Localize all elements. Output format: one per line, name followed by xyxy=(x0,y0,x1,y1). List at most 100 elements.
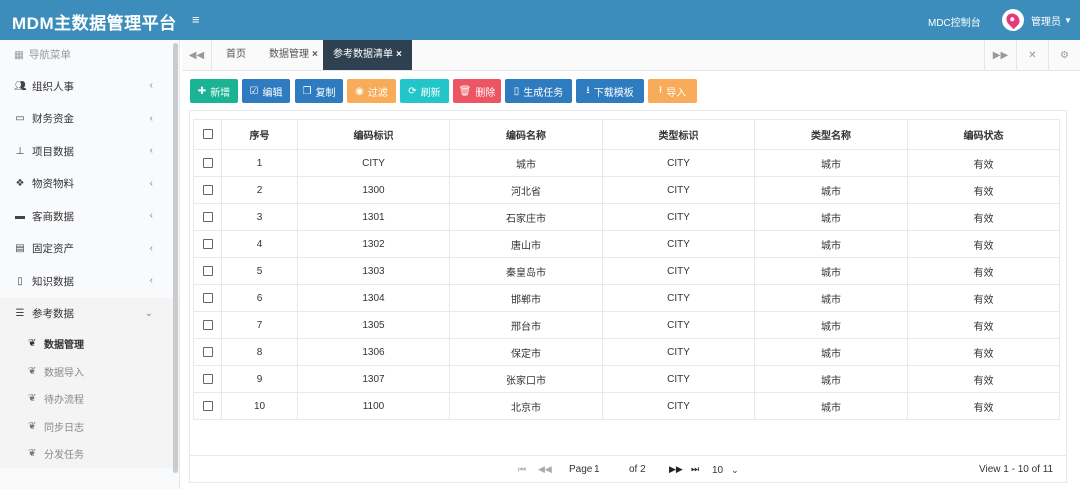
submenu-item-pending-workflow[interactable]: ❦ 待办流程 xyxy=(0,385,179,413)
close-icon[interactable]: × xyxy=(396,49,402,60)
row-checkbox[interactable] xyxy=(202,319,213,330)
table-cell: 城市 xyxy=(754,203,908,231)
table-row[interactable]: 10 1100 北京市 CITY 城市 有效 xyxy=(193,392,1060,420)
submenu-item-sync-log[interactable]: ❦ 同步日志 xyxy=(0,413,179,441)
row-select-cell[interactable] xyxy=(193,338,222,366)
sidebar-item-vendors[interactable]: ▬ 客商数据 ‹ xyxy=(0,200,179,233)
sidebar-item-materials[interactable]: ❖ 物资物料 ‹ xyxy=(0,168,179,201)
tab-reference-list[interactable]: 参考数据清单 × xyxy=(323,40,412,70)
reference-data-table: 序号 编码标识 编码名称 类型标识 类型名称 编码状态 1 CITY 城市 CI… xyxy=(193,119,1060,420)
sidebar-item-project[interactable]: ⊥ 项目数据 ‹ xyxy=(0,135,179,168)
table-cell: 1301 xyxy=(297,203,450,231)
select-all-cell[interactable] xyxy=(193,119,222,150)
first-page-icon[interactable]: ⏮ xyxy=(518,464,526,475)
leaf-icon: ❦ xyxy=(28,365,37,377)
chevron-left-icon: ‹ xyxy=(149,177,153,189)
row-checkbox[interactable] xyxy=(202,157,213,168)
table-row[interactable]: 3 1301 石家庄市 CITY 城市 有效 xyxy=(193,203,1060,231)
table-cell: 6 xyxy=(221,284,298,312)
table-cell: 1100 xyxy=(297,392,450,420)
refresh-button[interactable]: ⟳ 刷新 xyxy=(400,79,449,103)
row-select-cell[interactable] xyxy=(193,149,222,177)
generate-task-button[interactable]: ▯ 生成任务 xyxy=(505,79,572,103)
table-cell: CITY xyxy=(602,230,755,258)
table-cell: 2 xyxy=(221,176,298,204)
row-checkbox[interactable] xyxy=(202,292,213,303)
row-checkbox[interactable] xyxy=(202,346,213,357)
last-page-icon[interactable]: ⏭ xyxy=(691,464,699,475)
download-icon: ⭳ xyxy=(586,84,590,96)
close-icon[interactable]: × xyxy=(312,49,318,60)
copy-button[interactable]: ❐ 复制 xyxy=(295,79,343,103)
tab-data-management[interactable]: 数据管理 × xyxy=(259,40,328,70)
table-row[interactable]: 8 1306 保定市 CITY 城市 有效 xyxy=(193,338,1060,366)
download-template-button[interactable]: ⭳ 下载模板 xyxy=(576,79,644,103)
sidebar-item-finance[interactable]: ▭ 财务资金 ‹ xyxy=(0,103,179,136)
table-row[interactable]: 4 1302 唐山市 CITY 城市 有效 xyxy=(193,230,1060,258)
table-row[interactable]: 5 1303 秦皇岛市 CITY 城市 有效 xyxy=(193,257,1060,285)
prev-page-icon[interactable]: ◀◀ xyxy=(538,464,552,475)
submenu-item-data-management[interactable]: ❦ 数据管理 xyxy=(0,330,179,358)
menu-toggle-button[interactable]: ≡ xyxy=(192,12,200,27)
import-button[interactable]: ⭱ 导入 xyxy=(648,79,697,103)
row-checkbox[interactable] xyxy=(202,373,213,384)
row-checkbox[interactable] xyxy=(202,265,213,276)
edit-icon: ☑ xyxy=(249,85,259,97)
sidebar-item-org[interactable]: 👥︎ 组织人事 ‹ xyxy=(0,70,179,103)
trash-icon: 🗑︎ xyxy=(458,85,472,97)
submenu-item-distribution-task[interactable]: ❦ 分发任务 xyxy=(0,440,179,468)
select-all-checkbox[interactable] xyxy=(202,129,213,140)
filter-button[interactable]: ◉ 过滤 xyxy=(347,79,396,103)
eye-icon: ◉ xyxy=(355,85,364,97)
row-select-cell[interactable] xyxy=(193,311,222,339)
row-select-cell[interactable] xyxy=(193,203,222,231)
tab-home[interactable]: 首页 xyxy=(216,40,256,70)
column-header[interactable]: 序号 xyxy=(221,119,298,150)
tab-scroll-right-button[interactable]: ▶▶ xyxy=(984,40,1016,70)
next-page-icon[interactable]: ▶▶ xyxy=(669,464,683,475)
row-checkbox[interactable] xyxy=(202,238,213,249)
submenu-item-data-import[interactable]: ❦ 数据导入 xyxy=(0,358,179,386)
edit-button[interactable]: ☑ 编辑 xyxy=(242,79,290,103)
row-checkbox[interactable] xyxy=(202,400,213,411)
table-cell: CITY xyxy=(602,311,755,339)
table-cell: 3 xyxy=(221,203,298,231)
column-header[interactable]: 编码名称 xyxy=(449,119,603,150)
tab-settings-button[interactable]: ⚙ xyxy=(1048,40,1080,70)
page-size-select[interactable]: 10 ⌄ xyxy=(712,462,748,478)
delete-button[interactable]: 🗑︎ 删除 xyxy=(453,79,501,103)
row-select-cell[interactable] xyxy=(193,284,222,312)
sidebar-item-knowledge[interactable]: ▯ 知识数据 ‹ xyxy=(0,265,179,298)
cubes-icon: ❖ xyxy=(15,178,25,190)
column-header[interactable]: 编码标识 xyxy=(297,119,450,150)
add-button[interactable]: ✚ 新增 xyxy=(190,79,238,103)
tab-scroll-left-button[interactable]: ◀◀ xyxy=(182,40,212,70)
card-icon: ▭ xyxy=(15,113,25,125)
sidebar-item-reference[interactable]: ☰ 参考数据 ⌄ xyxy=(0,297,179,330)
row-select-cell[interactable] xyxy=(193,365,222,393)
row-select-cell[interactable] xyxy=(193,176,222,204)
sidebar-item-assets[interactable]: ▤ 固定资产 ‹ xyxy=(0,233,179,266)
row-select-cell[interactable] xyxy=(193,257,222,285)
row-checkbox[interactable] xyxy=(202,211,213,222)
table-row[interactable]: 7 1305 邢台市 CITY 城市 有效 xyxy=(193,311,1060,339)
table-cell: CITY xyxy=(602,176,755,204)
column-header[interactable]: 编码状态 xyxy=(907,119,1060,150)
table-row[interactable]: 9 1307 张家口市 CITY 城市 有效 xyxy=(193,365,1060,393)
double-chevron-right-icon: ▶▶ xyxy=(992,49,1009,61)
row-checkbox[interactable] xyxy=(202,184,213,195)
column-header[interactable]: 类型名称 xyxy=(754,119,908,150)
sidebar-scrollbar[interactable] xyxy=(173,43,178,473)
mdc-console-link[interactable]: MDC控制台 xyxy=(928,14,981,29)
column-header[interactable]: 类型标识 xyxy=(602,119,755,150)
fullscreen-button[interactable]: ✕ xyxy=(1016,40,1048,70)
table-cell: 1302 xyxy=(297,230,450,258)
table-row[interactable]: 6 1304 邯郸市 CITY 城市 有效 xyxy=(193,284,1060,312)
table-row[interactable]: 2 1300 河北省 CITY 城市 有效 xyxy=(193,176,1060,204)
row-select-cell[interactable] xyxy=(193,230,222,258)
user-menu[interactable]: 管理员 ▼ xyxy=(1002,9,1072,31)
app-title: MDM主数据管理平台 xyxy=(12,14,177,33)
page-number-input[interactable] xyxy=(594,461,624,478)
table-row[interactable]: 1 CITY 城市 CITY 城市 有效 xyxy=(193,149,1060,177)
row-select-cell[interactable] xyxy=(193,392,222,420)
